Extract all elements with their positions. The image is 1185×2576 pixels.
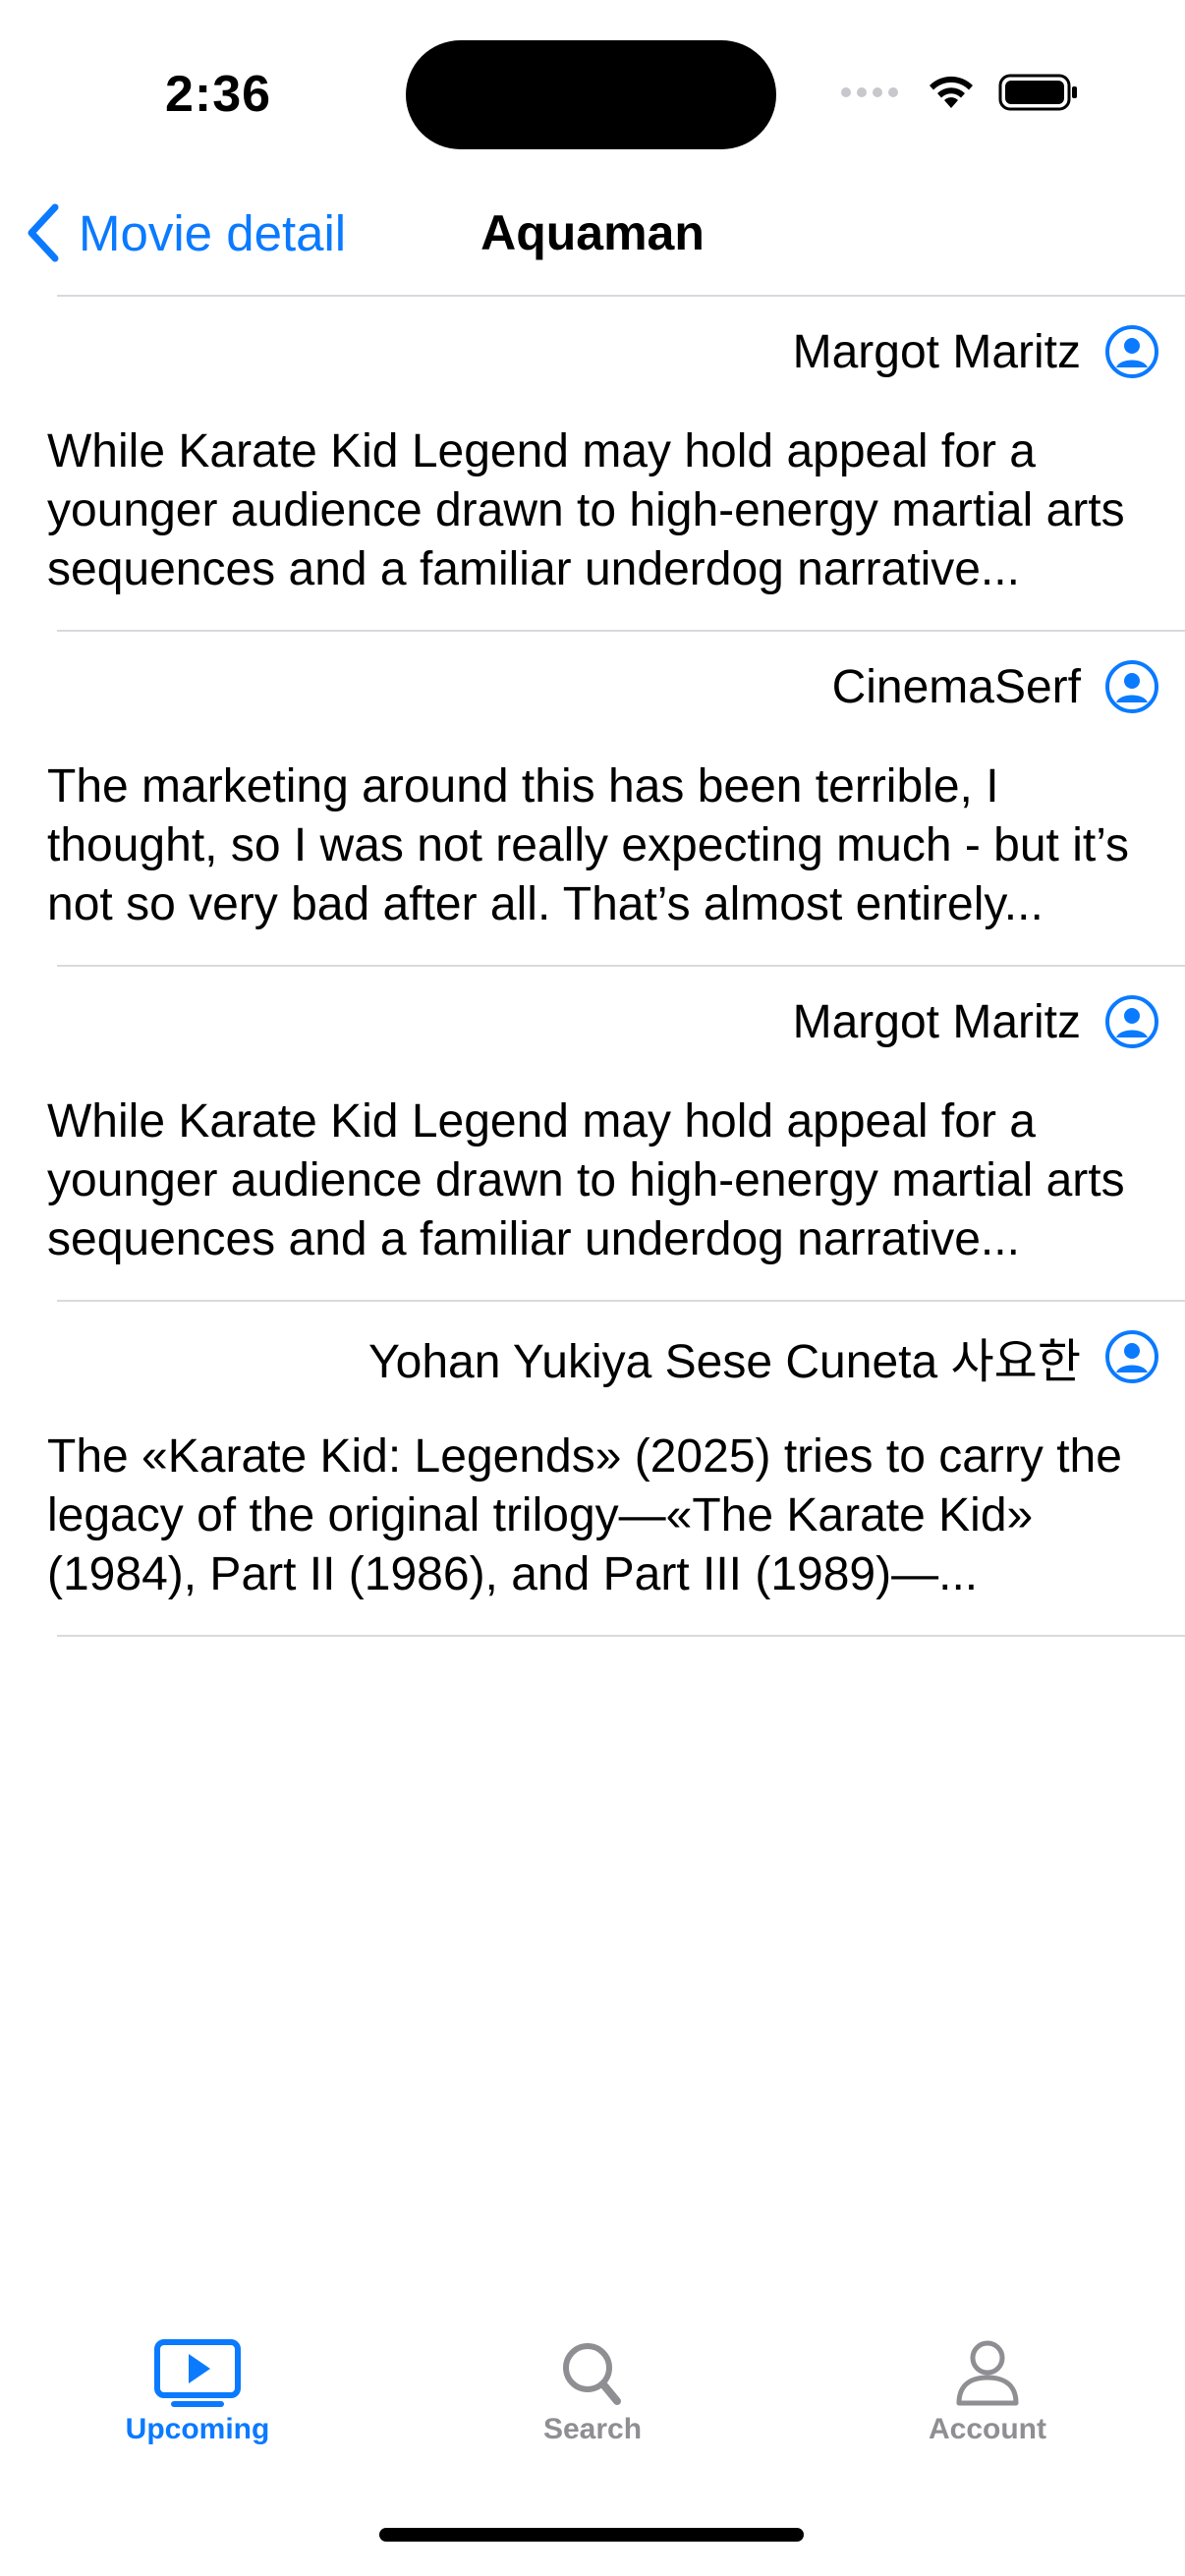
review-author-name: Yohan Yukiya Sese Cuneta 사요한	[368, 1336, 1081, 1388]
review-author-name: Margot Maritz	[792, 325, 1081, 378]
navigation-bar: Movie detail Aquaman	[0, 177, 1185, 295]
tab-label: Search	[542, 2413, 643, 2445]
person-circle-icon	[1105, 325, 1158, 378]
divider	[57, 1635, 1185, 1637]
status-time: 2:36	[165, 66, 272, 123]
review-text: While Karate Kid Legend may hold appeal …	[47, 1095, 1125, 1265]
person-circle-icon	[1105, 995, 1158, 1048]
play-rectangle-icon	[154, 2339, 241, 2407]
dynamic-island	[406, 40, 776, 149]
review-item[interactable]: CinemaSerf The marketing around this has…	[0, 632, 1185, 965]
review-item[interactable]: Margot Maritz While Karate Kid Legend ma…	[0, 967, 1185, 1300]
status-bar: 2:36	[0, 0, 1185, 177]
page-title: Aquaman	[480, 205, 705, 260]
review-list: Margot Maritz While Karate Kid Legend ma…	[0, 295, 1185, 1637]
review-item[interactable]: Yohan Yukiya Sese Cuneta 사요한 The «Karate…	[0, 1302, 1185, 1635]
review-author-row: Margot Maritz	[793, 992, 1159, 1051]
person-circle-icon	[1105, 660, 1158, 713]
review-author-row: CinemaSerf	[832, 657, 1159, 716]
review-text: While Karate Kid Legend may hold appeal …	[47, 425, 1125, 595]
review-text: The «Karate Kid: Legends» (2025) tries t…	[47, 1430, 1122, 1600]
tab-label: Account	[929, 2413, 1046, 2445]
review-text: The marketing around this has been terri…	[47, 760, 1130, 930]
tab-account[interactable]: Account	[790, 2319, 1185, 2476]
tab-upcoming[interactable]: Upcoming	[0, 2319, 395, 2476]
home-indicator[interactable]	[379, 2528, 804, 2542]
tab-label: Upcoming	[125, 2413, 270, 2445]
cellular-signal-icon	[841, 87, 898, 97]
review-item[interactable]: Margot Maritz While Karate Kid Legend ma…	[0, 297, 1185, 630]
person-icon	[956, 2340, 1019, 2406]
status-icons	[841, 73, 1079, 112]
battery-icon	[998, 74, 1077, 111]
review-author-name: Margot Maritz	[792, 995, 1081, 1048]
tab-search[interactable]: Search	[395, 2319, 790, 2476]
review-author-row: Yohan Yukiya Sese Cuneta 사요한	[368, 1327, 1159, 1388]
magnifying-glass-icon	[563, 2343, 621, 2405]
review-author-row: Margot Maritz	[793, 322, 1159, 381]
wifi-icon	[930, 76, 973, 108]
review-author-name: CinemaSerf	[831, 660, 1081, 713]
tab-bar: Upcoming Search Account	[0, 2319, 1185, 2476]
person-circle-icon	[1105, 1330, 1158, 1383]
